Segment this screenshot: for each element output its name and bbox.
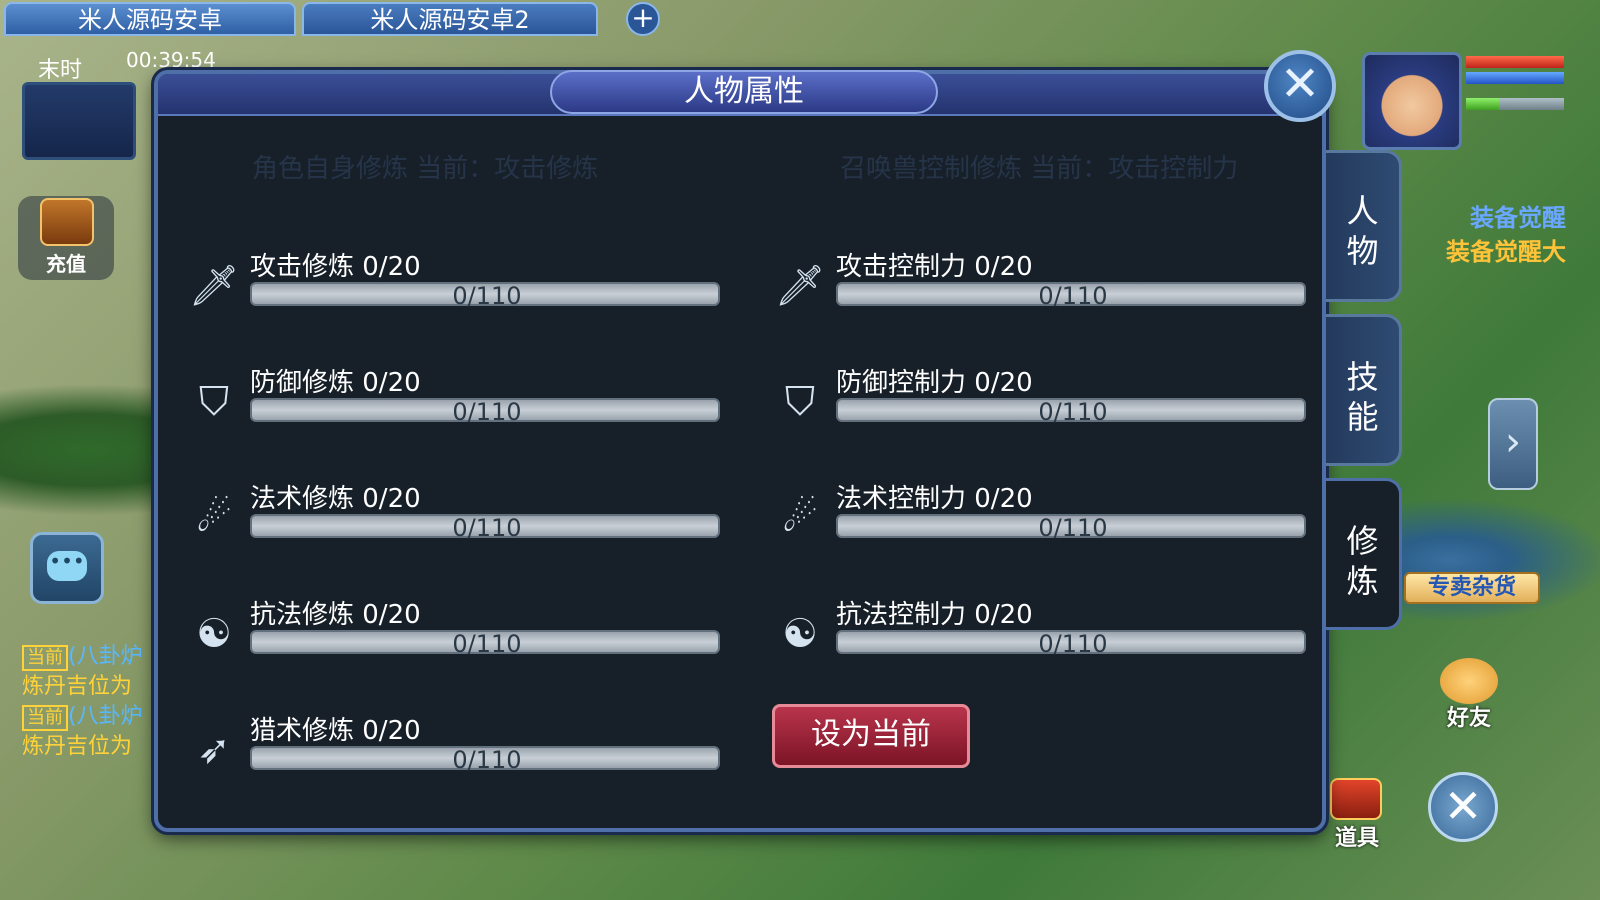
tab-character[interactable]: 人 物 [1326,150,1402,302]
panel-header: 人物属性 ✕ [158,50,1336,122]
training-name: 猎术修炼 0/20 [250,716,421,746]
staff-icon: ☄ [196,495,232,541]
yin-yang-icon: ☯ [782,611,818,657]
training-progress-bar: 0/110 [836,398,1306,426]
training-progress-bar: 0/110 [250,514,720,542]
sword-icon: 🗡 [774,263,826,309]
training-progress-bar: 0/110 [250,398,720,426]
training-progress-text: 0/110 [452,398,522,426]
minimap-thumbnail[interactable] [22,82,136,160]
training-row[interactable]: ➶ 猎术修炼 0/20 0/110 [158,714,720,784]
training-name: 攻击修炼 0/20 [250,252,421,282]
chat-sender: (八卦炉 [68,704,143,729]
recharge-label: 充值 [46,252,86,276]
handshake-icon [1440,658,1498,704]
tab-training[interactable]: 修 炼 [1326,478,1402,630]
sp-bar [1466,98,1564,110]
training-progress-text: 0/110 [452,514,522,542]
chat-line: 当前 (八卦炉 [22,638,143,671]
training-name: 防御修炼 0/20 [250,368,421,398]
chat-sender: (八卦炉 [68,644,143,669]
menu-close-button[interactable]: ✕ [1428,772,1498,842]
inventory-button[interactable]: 道具 [1322,776,1392,851]
training-row[interactable]: ⛉ 防御控制力 0/20 0/110 [744,366,1306,436]
close-button[interactable]: ✕ [1264,50,1336,122]
training-progress-text: 0/110 [1038,282,1108,310]
chat-message: 炼丹吉位为 [22,734,133,759]
inventory-label: 道具 [1334,826,1379,851]
training-progress-bar: 0/110 [250,282,720,310]
sp-bar-fill [1466,98,1500,110]
training-row[interactable]: ☯ 抗法修炼 0/20 0/110 [158,598,720,668]
time-period-label: 末时 [38,58,83,83]
window-tab-1[interactable]: 米人源码安卓 [4,2,296,36]
title-plate: 人物属性 [550,70,938,114]
chest-icon [1330,778,1382,820]
sword-icon: 🗡 [188,263,240,309]
recharge-button[interactable]: 充值 [18,196,114,280]
training-name: 防御控制力 0/20 [836,368,1033,398]
training-row[interactable]: ☄ 法术控制力 0/20 0/110 [744,482,1306,552]
training-progress-bar: 0/110 [250,630,720,658]
shop-sign[interactable]: 专卖杂货 [1404,572,1540,604]
bow-icon: ➶ [197,727,231,773]
window-tab-bar: 米人源码安卓 米人源码安卓2 + [0,0,1600,38]
training-name: 抗法修炼 0/20 [250,600,421,630]
training-progress-text: 0/110 [1038,630,1108,658]
pet-control-training-header: 召唤兽控制修炼 当前：攻击控制力 [840,154,1239,184]
training-name: 攻击控制力 0/20 [836,252,1033,282]
training-row[interactable]: ☯ 抗法控制力 0/20 0/110 [744,598,1306,668]
chat-button[interactable]: ••• [30,532,104,604]
window-tab-2[interactable]: 米人源码安卓2 [302,2,598,36]
add-tab-button[interactable]: + [626,2,660,36]
training-progress-bar: 0/110 [250,746,720,774]
training-progress-bar: 0/110 [836,514,1306,542]
training-progress-text: 0/110 [1038,398,1108,426]
player-avatar[interactable] [1362,52,1462,150]
shield-icon: ⛉ [785,379,815,425]
set-current-button[interactable]: 设为当前 [772,704,970,768]
chevron-right-icon[interactable]: › [1488,398,1538,490]
chat-bubble-icon: ••• [47,551,87,581]
game-clock: 00:39:54 [126,48,216,72]
training-name: 抗法控制力 0/20 [836,600,1033,630]
equipment-awaken-notice[interactable]: 装备觉醒 [1470,198,1566,233]
training-row[interactable]: ☄ 法术修炼 0/20 0/110 [158,482,720,552]
self-training-header: 角色自身修炼 当前：攻击修炼 [252,154,599,184]
equipment-awaken-notice-2[interactable]: 装备觉醒大 [1446,232,1566,267]
friends-button[interactable]: 好友 [1432,652,1506,731]
training-name: 法术控制力 0/20 [836,484,1033,514]
staff-icon: ☄ [782,495,818,541]
yin-yang-icon: ☯ [196,611,232,657]
chat-message: 炼丹吉位为 [22,674,133,699]
treasure-chest-icon [40,198,94,246]
panel-title: 人物属性 [684,74,804,109]
training-progress-text: 0/110 [1038,514,1108,542]
hp-bar [1466,56,1564,68]
chat-line: 当前 (八卦炉 [22,698,143,731]
training-progress-text: 0/110 [452,282,522,310]
character-attributes-panel: 人物属性 ✕ 角色自身修炼 当前：攻击修炼 召唤兽控制修炼 当前：攻击控制力 🗡… [154,50,1336,832]
training-row[interactable]: 🗡 攻击修炼 0/20 0/110 [158,250,720,320]
training-row[interactable]: 🗡 攻击控制力 0/20 0/110 [744,250,1306,320]
shield-icon: ⛉ [199,379,229,425]
training-row[interactable]: ⛉ 防御修炼 0/20 0/110 [158,366,720,436]
training-name: 法术修炼 0/20 [250,484,421,514]
training-progress-bar: 0/110 [836,282,1306,310]
tab-skills[interactable]: 技 能 [1326,314,1402,466]
training-progress-bar: 0/110 [836,630,1306,658]
training-progress-text: 0/110 [452,630,522,658]
training-progress-text: 0/110 [452,746,522,774]
mp-bar [1466,72,1564,84]
friends-label: 好友 [1446,706,1491,731]
